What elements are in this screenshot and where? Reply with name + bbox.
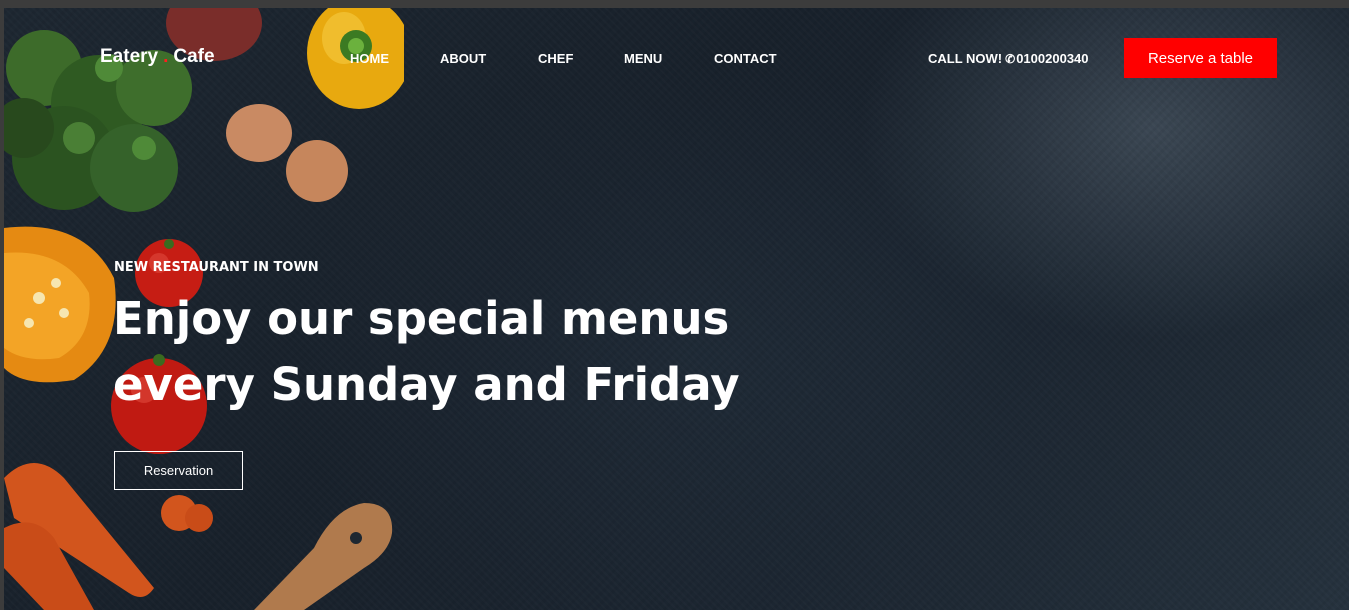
pumpkin-image [4,226,116,383]
hero-headline: Enjoy our special menus every Sunday and… [113,292,740,411]
reserve-table-button[interactable]: Reserve a table [1124,38,1277,78]
nav-item-about[interactable]: ABOUT [440,51,486,66]
brand-name-first: Eatery [100,46,159,67]
hero-eyebrow: NEW RESTAURANT IN TOWN [114,260,319,275]
nav-item-home[interactable]: HOME [350,51,389,66]
nav-item-contact[interactable]: CONTACT [714,51,777,66]
cutting-board-image [254,503,393,610]
call-now-contact[interactable]: CALL NOW! ✆0100200340 [928,51,1089,66]
window-top-border [0,0,1349,8]
call-now-label: CALL NOW! [928,51,1003,66]
egg-image [226,104,292,162]
brand-name-second: Cafe [173,46,215,67]
egg-image [286,140,348,202]
brand-logo[interactable]: Eatery. Cafe [100,46,215,68]
phone-icon: ✆ [1005,52,1016,66]
phone-number: 0100200340 [1016,51,1089,66]
nav-item-menu[interactable]: MENU [624,51,662,66]
brand-separator-dot: . [163,46,169,67]
reservation-button[interactable]: Reservation [114,451,243,490]
nav-item-chef[interactable]: CHEF [538,51,573,66]
hero-section: Eatery. Cafe HOME ABOUT CHEF MENU CONTACT… [4,8,1349,610]
